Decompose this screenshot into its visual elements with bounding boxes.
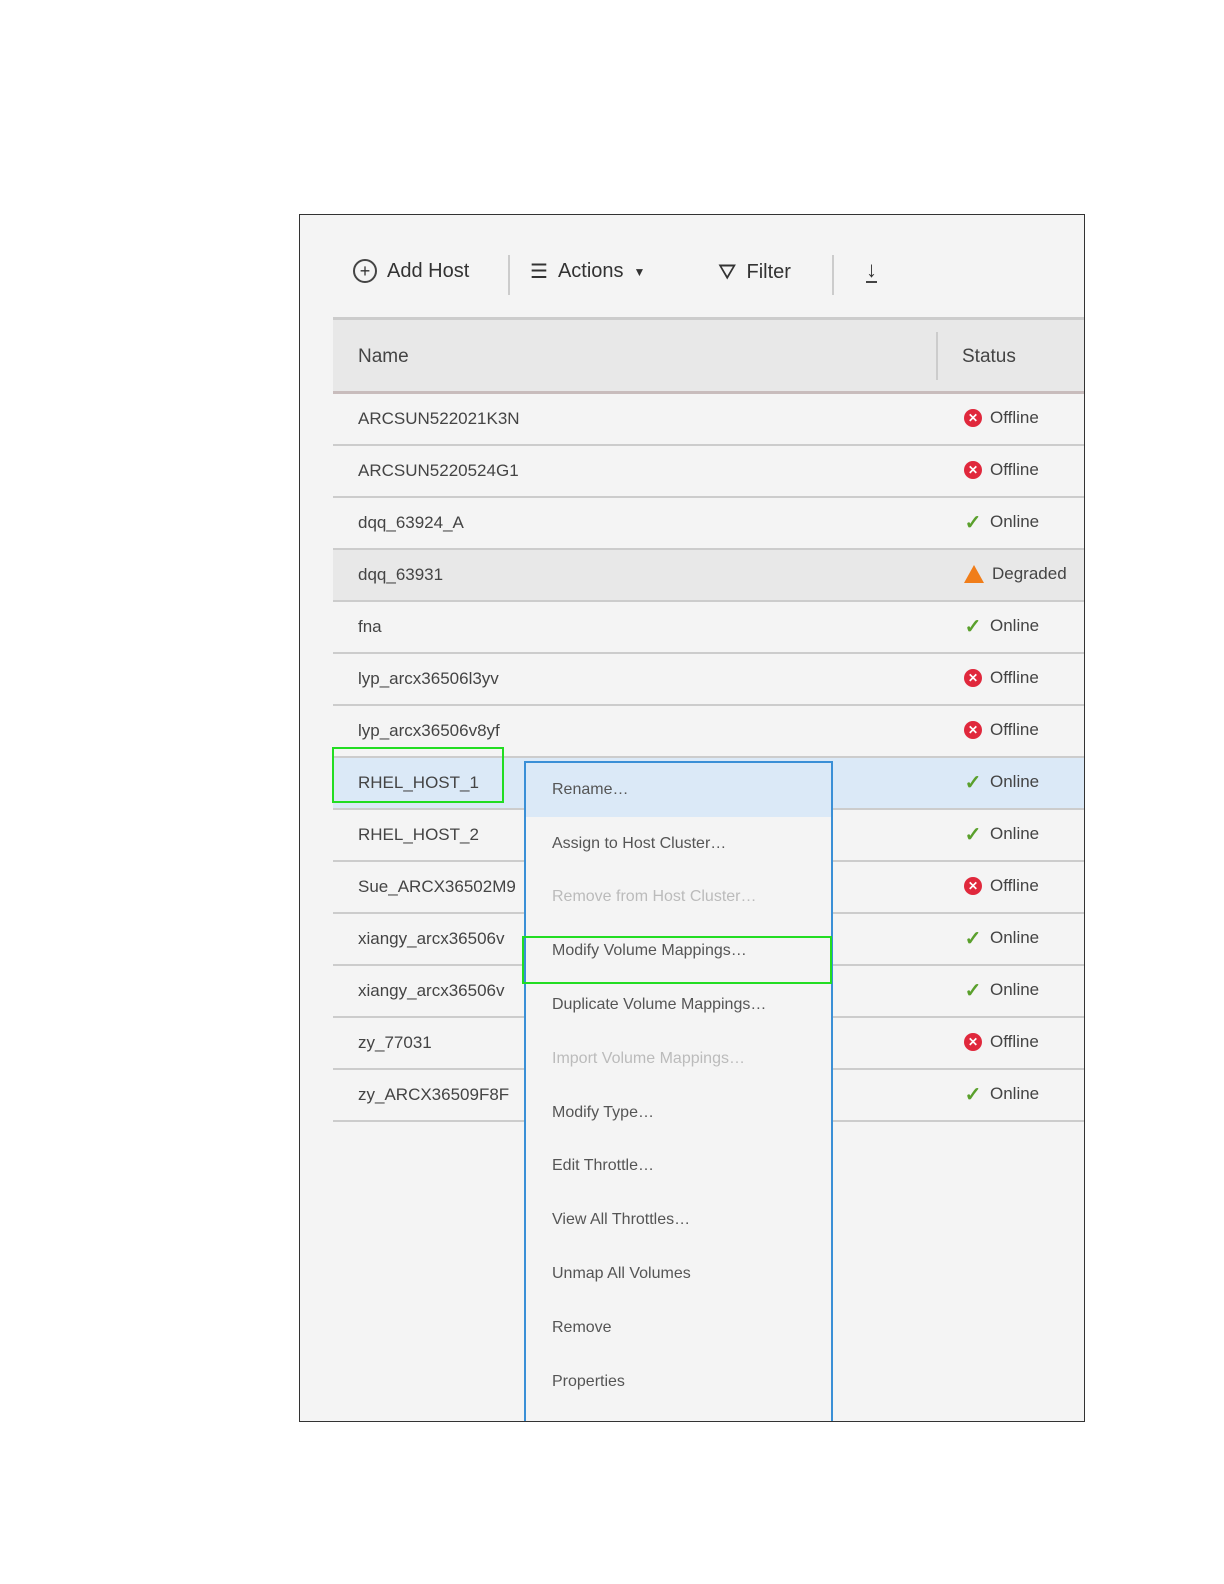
host-status: Degraded (964, 564, 1067, 584)
table-row[interactable]: dqq_63924_A ✓ Online (333, 498, 1084, 550)
host-status: ✕ Offline (964, 720, 1039, 740)
host-name: xiangy_arcx36506v (358, 929, 505, 948)
host-name: lyp_arcx36506v8yf (358, 721, 500, 740)
status-label: Offline (990, 876, 1039, 895)
download-button[interactable]: ↓ (866, 259, 877, 283)
status-label: Online (990, 512, 1040, 531)
menu-item[interactable]: Rename… (526, 763, 831, 817)
host-status: ✕ Offline (964, 460, 1039, 480)
menu-item: Remove from Host Cluster… (552, 888, 757, 906)
host-status: ✕ Offline (964, 668, 1039, 688)
host-name: zy_77031 (358, 1033, 432, 1052)
host-status: ✕ Offline (964, 1032, 1039, 1052)
status-label: Online (990, 824, 1040, 843)
checkmark-icon: ✓ (964, 823, 982, 846)
error-icon: ✕ (964, 877, 982, 895)
menu-item: Import Volume Mappings… (552, 1049, 745, 1067)
highlight-selected-host (332, 747, 504, 803)
host-name: ARCSUN522021K3N (358, 409, 520, 428)
divider (508, 255, 510, 295)
status-label: Degraded (992, 564, 1067, 583)
error-icon: ✕ (964, 409, 982, 427)
checkmark-icon: ✓ (964, 927, 982, 950)
host-status: ✓ Online (964, 1083, 1040, 1106)
filter-button[interactable]: ⛛ Filter (718, 259, 791, 285)
host-name: dqq_63924_A (358, 513, 464, 532)
status-label: Online (990, 1084, 1040, 1103)
column-divider (936, 332, 938, 380)
checkmark-icon: ✓ (964, 771, 982, 794)
status-label: Online (990, 980, 1040, 999)
error-icon: ✕ (964, 721, 982, 739)
host-status: ✓ Online (964, 615, 1040, 638)
menu-item[interactable]: Modify Type… (526, 1086, 831, 1140)
divider (832, 255, 834, 295)
warning-icon (964, 565, 984, 583)
table-row[interactable]: ARCSUN5220524G1 ✕ Offline (333, 446, 1084, 498)
add-host-label: Add Host (387, 259, 470, 282)
checkmark-icon: ✓ (964, 511, 982, 534)
filter-label: Filter (746, 260, 791, 283)
menu-item[interactable]: Duplicate Volume Mappings… (526, 978, 831, 1032)
host-status: ✕ Offline (964, 408, 1039, 428)
actions-label: Actions (557, 260, 624, 282)
table-row[interactable]: lyp_arcx36506l3yv ✕ Offline (333, 654, 1084, 706)
host-status: ✓ Online (964, 979, 1040, 1002)
host-name: Sue_ARCX36502M9 (358, 877, 516, 896)
table-row[interactable]: ARCSUN522021K3N ✕ Offline (333, 394, 1084, 446)
menu-item[interactable]: Edit Throttle… (526, 1140, 831, 1194)
menu-item[interactable]: Properties (526, 1355, 831, 1409)
host-name: zy_ARCX36509F8F (358, 1085, 510, 1104)
highlight-modify-volume-mappings (522, 936, 832, 984)
status-label: Offline (990, 1032, 1039, 1051)
host-name: fna (358, 617, 382, 636)
table-row[interactable]: fna ✓ Online (333, 602, 1084, 654)
checkmark-icon: ✓ (964, 979, 982, 1002)
status-label: Offline (990, 668, 1039, 687)
table-header: Name Status (333, 317, 1084, 394)
menu-item[interactable]: Remove (526, 1301, 831, 1355)
add-host-button[interactable]: + Add Host (353, 259, 469, 283)
host-name: lyp_arcx36506l3yv (358, 669, 499, 688)
host-status: ✕ Offline (964, 876, 1039, 896)
checkmark-icon: ✓ (964, 1083, 982, 1106)
host-status: ✓ Online (964, 823, 1040, 846)
host-name: RHEL_HOST_2 (358, 825, 479, 844)
hosts-panel: + Add Host ☰ Actions ▼ ⛛ Filter ↓ Name S… (299, 214, 1085, 1422)
status-label: Offline (990, 720, 1039, 739)
host-name: dqq_63931 (358, 565, 444, 584)
error-icon: ✕ (964, 1033, 982, 1051)
download-icon: ↓ (866, 257, 877, 283)
menu-item[interactable]: View All Throttles… (526, 1193, 831, 1247)
host-status: ✓ Online (964, 511, 1040, 534)
status-label: Online (990, 928, 1040, 947)
host-status: ✓ Online (964, 927, 1040, 950)
context-menu: Rename… Assign to Host Cluster… Remove fro… (524, 761, 833, 1421)
filter-icon: ⛛ (718, 259, 737, 284)
status-label: Online (990, 616, 1040, 635)
checkmark-icon: ✓ (964, 615, 982, 638)
toolbar: + Add Host ☰ Actions ▼ ⛛ Filter ↓ (300, 245, 1084, 305)
menu-item[interactable]: Unmap All Volumes (526, 1247, 831, 1301)
error-icon: ✕ (964, 669, 982, 687)
status-label: Offline (990, 408, 1039, 427)
status-label: Offline (990, 460, 1039, 479)
host-status: ✓ Online (964, 771, 1040, 794)
menu-item[interactable]: Assign to Host Cluster… (526, 817, 831, 871)
column-header-status[interactable]: Status (962, 346, 1016, 368)
column-header-name[interactable]: Name (358, 346, 409, 368)
table-row[interactable]: dqq_63931 Degraded (333, 550, 1084, 602)
list-icon: ☰ (530, 261, 548, 283)
host-name: ARCSUN5220524G1 (358, 461, 519, 480)
actions-button[interactable]: ☰ Actions ▼ (530, 259, 645, 284)
status-label: Online (990, 772, 1040, 791)
error-icon: ✕ (964, 461, 982, 479)
caret-down-icon: ▼ (633, 264, 646, 279)
host-name: xiangy_arcx36506v (358, 981, 505, 1000)
plus-circle-icon: + (353, 259, 377, 283)
